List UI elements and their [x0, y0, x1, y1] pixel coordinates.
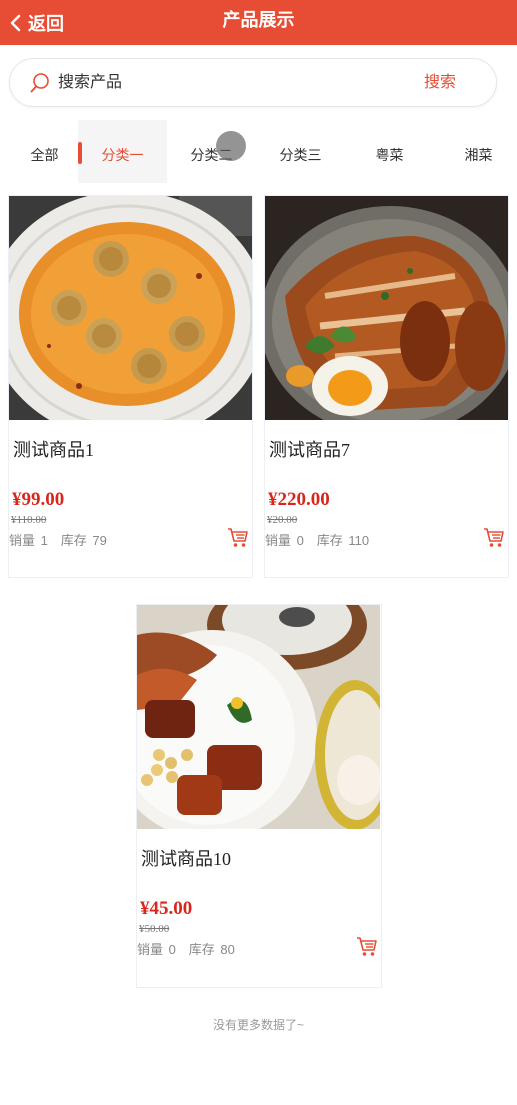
tab-all[interactable]: 全部: [0, 120, 89, 183]
stock-count: 79: [92, 533, 107, 548]
stock-count: 110: [348, 533, 370, 548]
tab-label: 分类一: [101, 147, 144, 163]
sales-label: 销量: [137, 942, 164, 957]
tab-cantonese[interactable]: 粤菜: [345, 120, 434, 183]
product-name: 测试商品10: [141, 849, 231, 869]
cart-icon[interactable]: [227, 526, 249, 548]
product-original-price: ¥110.00: [11, 514, 47, 526]
touch-indicator: [216, 131, 246, 161]
search-button[interactable]: 搜索: [400, 71, 480, 95]
active-tab-marker: [78, 142, 82, 164]
product-original-price: ¥50.00: [139, 923, 170, 935]
product-image: [265, 196, 508, 420]
product-image: [9, 196, 252, 420]
sales-label: 销量: [265, 533, 292, 548]
sales-label: 销量: [9, 533, 36, 548]
tab-category-3[interactable]: 分类三: [256, 120, 345, 183]
back-label: 返回: [28, 13, 64, 34]
product-price: ¥45.00: [140, 898, 193, 919]
stock-label: 库存: [316, 533, 343, 548]
back-button[interactable]: 返回: [8, 0, 64, 45]
product-stats: 销量 0 库存 80: [137, 939, 237, 958]
sales-count: 0: [296, 533, 304, 548]
product-original-price: ¥20.00: [267, 514, 298, 526]
stock-label: 库存: [188, 942, 215, 957]
tab-hunan[interactable]: 湘菜: [434, 120, 517, 183]
sales-count: 0: [168, 942, 176, 957]
no-more-data-text: 没有更多数据了~: [212, 1018, 304, 1032]
product-price: ¥99.00: [12, 489, 65, 510]
stock-count: 80: [220, 942, 235, 957]
product-name: 测试商品1: [13, 440, 94, 460]
search-input[interactable]: [58, 71, 388, 95]
product-stats: 销量 1 库存 79: [9, 530, 109, 549]
back-arrow-icon: [10, 14, 21, 31]
product-card[interactable]: 测试商品1 ¥99.00 ¥110.00 销量 1 库存 79: [8, 195, 253, 578]
page-title: 产品展示: [222, 10, 295, 30]
header-bar: 返回 产品展示: [0, 0, 517, 45]
product-price: ¥220.00: [268, 489, 330, 510]
product-card[interactable]: 测试商品7 ¥220.00 ¥20.00 销量 0 库存 110: [264, 195, 509, 578]
sales-count: 1: [40, 533, 48, 548]
tab-category-1[interactable]: 分类一: [78, 120, 167, 183]
category-tabs: 全部 分类一 分类二 分类三 粤菜 湘菜: [0, 120, 517, 183]
cart-icon[interactable]: [483, 526, 505, 548]
product-stats: 销量 0 库存 110: [265, 530, 371, 549]
product-image: [137, 605, 380, 829]
search-bar: 搜索: [9, 58, 497, 107]
stock-label: 库存: [60, 533, 87, 548]
product-name: 测试商品7: [269, 440, 350, 460]
product-card[interactable]: 测试商品10 ¥45.00 ¥50.00 销量 0 库存 80: [136, 604, 382, 988]
cart-icon[interactable]: [356, 935, 378, 957]
search-icon: [30, 73, 49, 93]
